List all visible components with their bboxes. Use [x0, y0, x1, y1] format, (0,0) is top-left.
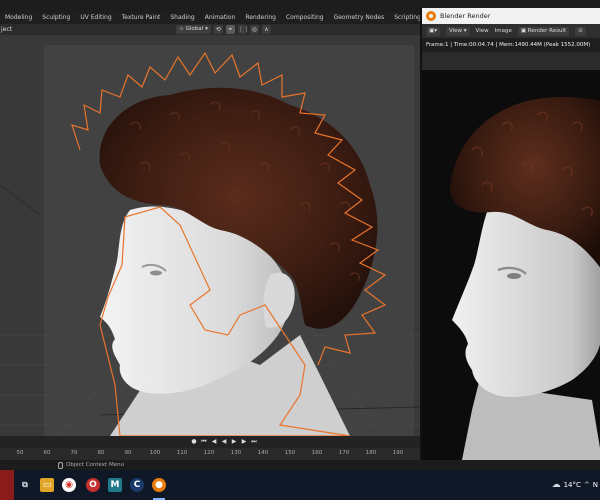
chrome-icon[interactable]: ◉	[62, 478, 76, 492]
render-window-titlebar[interactable]: Blender Render	[422, 8, 600, 24]
blender-icon[interactable]: ●	[152, 478, 166, 492]
tick-label: 130	[230, 450, 242, 456]
rendered-portrait	[422, 70, 600, 460]
tab-geometry-nodes[interactable]: Geometry Nodes	[329, 12, 390, 24]
tick-label: 70	[70, 450, 78, 456]
play-icon[interactable]: ▶	[230, 438, 238, 446]
render-stats: Frame:1 | Time:00:04.74 | Mem:1490.44M (…	[426, 42, 591, 48]
orientation-label: Global	[185, 26, 204, 32]
timeline: ● ⏮ ◀ ◀ ▶ ▶ ⏭ 50 60 70 80 90 100 110 120…	[0, 436, 420, 460]
jump-end-icon[interactable]: ⏭	[250, 438, 258, 446]
viewport-tools: ⊹ Global ▾ ⟲ ⌖ ⋮⋮ ◎ ∧	[176, 25, 271, 34]
tab-shading[interactable]: Shading	[165, 12, 199, 24]
tick-label: 120	[203, 450, 215, 456]
tick-label: 160	[311, 450, 323, 456]
tray-language[interactable]: N	[593, 481, 600, 489]
taskbar: ⧉ ▭ ◉ O M C ● ☁ 14°C ^ N	[0, 470, 600, 500]
tick-label: 140	[257, 450, 269, 456]
chevron-up-icon[interactable]: ^	[584, 481, 590, 489]
render-result-image[interactable]	[422, 70, 600, 460]
render-window: Blender Render ▣▾ View ▾ View Image ▣ Re…	[420, 8, 600, 460]
status-hint-label: Object Context Menu	[66, 462, 125, 468]
tab-modeling[interactable]: Modeling	[0, 12, 37, 24]
render-info-bar: Frame:1 | Time:00:04.74 | Mem:1490.44M (…	[422, 38, 600, 52]
pivot-icon[interactable]: ⟲	[213, 25, 223, 34]
tab-sculpting[interactable]: Sculpting	[37, 12, 75, 24]
editor-type-icon[interactable]: ▣▾	[426, 26, 440, 36]
viewport-header: ject ⊹ Global ▾ ⟲ ⌖ ⋮⋮ ◎ ∧	[0, 24, 420, 35]
weather-temperature[interactable]: 14°C	[564, 481, 581, 489]
mouse-icon	[58, 461, 63, 469]
image-slot-label: Render Result	[527, 27, 567, 34]
tick-label: 110	[176, 450, 188, 456]
jump-start-icon[interactable]: ⏮	[200, 438, 208, 446]
task-view-icon[interactable]: ⧉	[18, 478, 32, 492]
snap-target-icon[interactable]: ⋮⋮	[237, 25, 250, 34]
render-window-menu: ▣▾ View ▾ View Image ▣ Render Result ⊙	[422, 24, 600, 38]
opera-icon[interactable]: O	[86, 478, 100, 492]
tick-label: 100	[149, 450, 161, 456]
timeline-ruler[interactable]: 50 60 70 80 90 100 110 120 130 140 150 1…	[0, 448, 420, 460]
chevron-down-icon: ▾	[205, 26, 208, 32]
tick-label: 90	[124, 450, 132, 456]
tab-rendering[interactable]: Rendering	[240, 12, 281, 24]
snap-icon[interactable]: ⌖	[225, 25, 235, 34]
image-slot-dropdown[interactable]: ▣ Render Result	[517, 26, 570, 36]
tick-label: 190	[392, 450, 404, 456]
screen: Modeling Sculpting UV Editing Texture Pa…	[0, 0, 600, 500]
tick-label: 50	[16, 450, 24, 456]
tick-label: 180	[365, 450, 377, 456]
tab-compositing[interactable]: Compositing	[281, 12, 329, 24]
status-bar: Object Context Menu	[0, 460, 600, 470]
menu-image[interactable]: Image	[495, 28, 512, 34]
system-tray: ☁ 14°C ^ N	[552, 480, 600, 490]
view-mode-label: View	[448, 27, 463, 34]
viewport-scene	[0, 45, 420, 436]
playback-controls: ● ⏮ ◀ ◀ ▶ ▶ ⏭	[190, 438, 258, 446]
record-icon[interactable]: ●	[190, 438, 198, 446]
pin-icon[interactable]: ⊙	[575, 26, 586, 36]
view-mode-dropdown[interactable]: View ▾	[445, 26, 470, 36]
tick-label: 80	[97, 450, 105, 456]
file-explorer-icon[interactable]: ▭	[40, 478, 54, 492]
blender-logo-icon	[426, 11, 436, 21]
tab-animation[interactable]: Animation	[200, 12, 241, 24]
transform-orientation-dropdown[interactable]: ⊹ Global ▾	[176, 25, 211, 34]
object-mode-menu[interactable]: ject	[0, 24, 12, 35]
tick-label: 170	[338, 450, 350, 456]
app-c-icon[interactable]: C	[130, 478, 144, 492]
weather-cloud-icon[interactable]: ☁	[552, 480, 561, 490]
orientation-icon: ⊹	[179, 26, 184, 32]
play-reverse-icon[interactable]: ◀	[220, 438, 228, 446]
3d-viewport[interactable]	[0, 35, 420, 436]
tick-label: 60	[43, 450, 51, 456]
tab-texture-paint[interactable]: Texture Paint	[117, 12, 166, 24]
start-button[interactable]	[0, 470, 14, 500]
next-keyframe-icon[interactable]: ▶	[240, 438, 248, 446]
tick-label: 150	[284, 450, 296, 456]
falloff-icon[interactable]: ∧	[261, 25, 271, 34]
menu-view[interactable]: View	[476, 28, 489, 34]
app-icon[interactable]: M	[108, 478, 122, 492]
workspace-tab-bar: Modeling Sculpting UV Editing Texture Pa…	[0, 12, 437, 24]
status-hint: Object Context Menu	[58, 460, 124, 470]
window-title: Blender Render	[440, 12, 491, 20]
tab-uv-editing[interactable]: UV Editing	[75, 12, 116, 24]
prev-keyframe-icon[interactable]: ◀	[210, 438, 218, 446]
proportional-edit-icon[interactable]: ◎	[249, 25, 259, 34]
